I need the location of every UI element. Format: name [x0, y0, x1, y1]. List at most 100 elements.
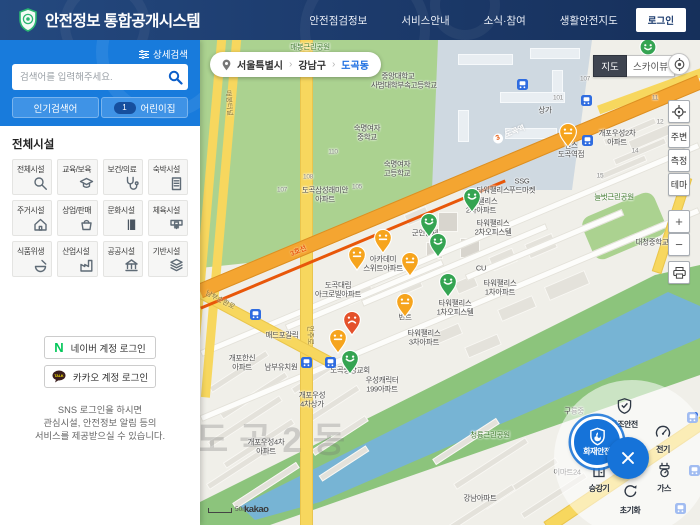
detail-search-link[interactable]: 상세검색 [139, 47, 188, 61]
nav-safety-inspection[interactable]: 안전점검정보 [309, 13, 367, 28]
childcare-toggle-button[interactable]: 1 어린이집 [101, 97, 188, 118]
radial-item-reset[interactable]: 초기화 [605, 483, 655, 518]
map-place-label: 아파트 [256, 446, 276, 456]
location-target-icon [673, 57, 686, 71]
facility-marker-orange[interactable] [400, 251, 420, 282]
road-name-label: 매봉터널 [223, 89, 233, 117]
current-location-button[interactable] [668, 53, 690, 75]
login-button[interactable]: 로그인 [635, 8, 686, 32]
category-cell-7[interactable]: 체육시설 [147, 200, 188, 236]
map-place-label: 3차아파트 [408, 337, 440, 347]
category-label: 전체시설 [17, 165, 45, 174]
measure-tool-button[interactable]: 측정 [668, 149, 690, 172]
sidebar-search-panel: 상세검색 인기검색어 1 어린이집 [0, 40, 200, 126]
map-place-label: 107 [277, 186, 287, 194]
facility-marker-orange[interactable] [373, 228, 393, 259]
zoom-in-button[interactable]: + [668, 210, 690, 233]
breadcrumb-dong[interactable]: 도곡동 [341, 57, 369, 72]
popular-keywords-button[interactable]: 인기검색어 [12, 97, 99, 118]
facility-marker-green[interactable] [462, 187, 482, 218]
map-canvas[interactable]: 도곡2동 매봉근린공원 중앙대학교 사범대학부속고등학교 숙명여자 중학교 숙명여자 고등학… [200, 40, 700, 525]
map-place-label: 매드포갈릭 [265, 330, 299, 340]
bus-stop-icon [582, 133, 593, 151]
map-place-label: 중학교 [357, 132, 377, 142]
category-cell-4[interactable]: 주거시설 [12, 200, 53, 236]
facility-marker-green[interactable] [340, 349, 360, 380]
basketball-hoop-icon [169, 217, 184, 232]
search-icon[interactable] [162, 70, 188, 85]
map-place-label: 청룡근린공원 [470, 430, 510, 440]
childcare-label: 어린이집 [140, 103, 176, 115]
app-logo[interactable]: 안전정보 통합공개시스템 [18, 8, 201, 32]
category-cell-11[interactable]: 기반시설 [147, 241, 188, 277]
chevron-right-icon: › [289, 59, 293, 70]
zoom-out-button[interactable]: − [668, 233, 690, 256]
category-label: 문화시설 [107, 206, 135, 215]
breadcrumb-district[interactable]: 강남구 [298, 57, 326, 72]
map-place-label: 108 [303, 173, 313, 181]
category-cell-5[interactable]: 상업/판매 [57, 200, 98, 236]
category-label: 숙박시설 [152, 165, 180, 174]
kakao-icon: TALK [52, 370, 66, 383]
crosshair-tool-button[interactable] [668, 100, 690, 123]
map-place-label: 스위트아파트 [363, 263, 403, 273]
reset-icon [605, 483, 655, 500]
map-place-label: 11 [651, 94, 659, 102]
category-cell-6[interactable]: 문화시설 [102, 200, 143, 236]
nav-service-guide[interactable]: 서비스안내 [401, 13, 449, 28]
nav-news-participation[interactable]: 소식·참여 [484, 13, 526, 28]
map-place-label: 101 [553, 94, 563, 102]
food-icon [33, 258, 48, 273]
category-label: 산업시설 [62, 247, 90, 256]
category-cell-2[interactable]: 보건/의료 [102, 159, 143, 195]
breadcrumb-city[interactable]: 서울특별시 [237, 57, 283, 72]
map-view-button[interactable]: 지도 [593, 55, 627, 77]
category-cell-1[interactable]: 교육/보육 [57, 159, 98, 195]
facility-marker-orange[interactable] [395, 292, 415, 323]
category-cell-3[interactable]: 숙박시설 [147, 159, 188, 195]
category-label: 상업/판매 [62, 206, 92, 215]
category-label: 기반시설 [152, 247, 180, 256]
toggle-count-badge: 1 [113, 101, 136, 114]
category-cell-8[interactable]: 식품위생 [12, 241, 53, 277]
map-place-label: 110 [328, 148, 338, 156]
category-cell-0[interactable]: 전체시설 [12, 159, 53, 195]
map-place-label: 4차상가 [300, 399, 324, 409]
radial-item-label: 전기 [656, 445, 670, 454]
scale-line [208, 508, 232, 513]
kakao-login-label: 카카오 계정 로그인 [72, 372, 149, 384]
map-place-label: 12 [656, 118, 664, 126]
search-input[interactable] [12, 71, 162, 83]
detail-search-label: 상세검색 [153, 50, 188, 61]
svg-text:TALK: TALK [54, 374, 64, 378]
book-icon [124, 217, 139, 232]
radial-menu-close-button[interactable] [607, 437, 649, 479]
road-name-label: 언주로 [306, 325, 314, 345]
chevron-right-icon: › [331, 59, 336, 70]
facility-marker-green[interactable] [428, 232, 448, 263]
category-cell-9[interactable]: 산업시설 [57, 241, 98, 277]
app-window: 안전정보 통합공개시스템 안전점검정보 서비스안내 소식·참여 생활안전지도 로… [0, 0, 700, 525]
map-view-toggle: 지도 스카이뷰 [593, 55, 675, 77]
map-place-label: 늘벗근린공원 [594, 192, 634, 202]
theme-tool-button[interactable]: 테마 [668, 173, 690, 196]
lodging-building-icon [169, 176, 184, 191]
building [458, 54, 513, 65]
category-cell-10[interactable]: 공공시설 [102, 241, 143, 277]
facility-marker-orange[interactable] [347, 245, 367, 276]
nearby-tool-button[interactable]: 주변 [668, 125, 690, 148]
kakao-login-button[interactable]: TALK 카카오 계정 로그인 [44, 365, 156, 388]
facility-marker-green[interactable] [438, 272, 458, 303]
layers-icon [169, 258, 184, 273]
naver-login-button[interactable]: N 네이버 계정 로그인 [44, 336, 156, 359]
fire-shield-icon [588, 427, 607, 446]
facility-marker-orange[interactable] [558, 122, 578, 153]
map-place-label: 14 [631, 147, 639, 155]
sns-login-notice: SNS 로그인을 하시면 관심시설, 안전정보 알림 등의 서비스를 제공받으실… [34, 405, 166, 441]
shield-check-icon [599, 397, 649, 414]
map-place-label: 107 [580, 75, 590, 83]
print-button[interactable] [668, 261, 690, 284]
category-label: 식품위생 [17, 247, 45, 256]
bus-stop-icon [250, 307, 261, 325]
nav-life-safety-map[interactable]: 생활안전지도 [560, 13, 618, 28]
